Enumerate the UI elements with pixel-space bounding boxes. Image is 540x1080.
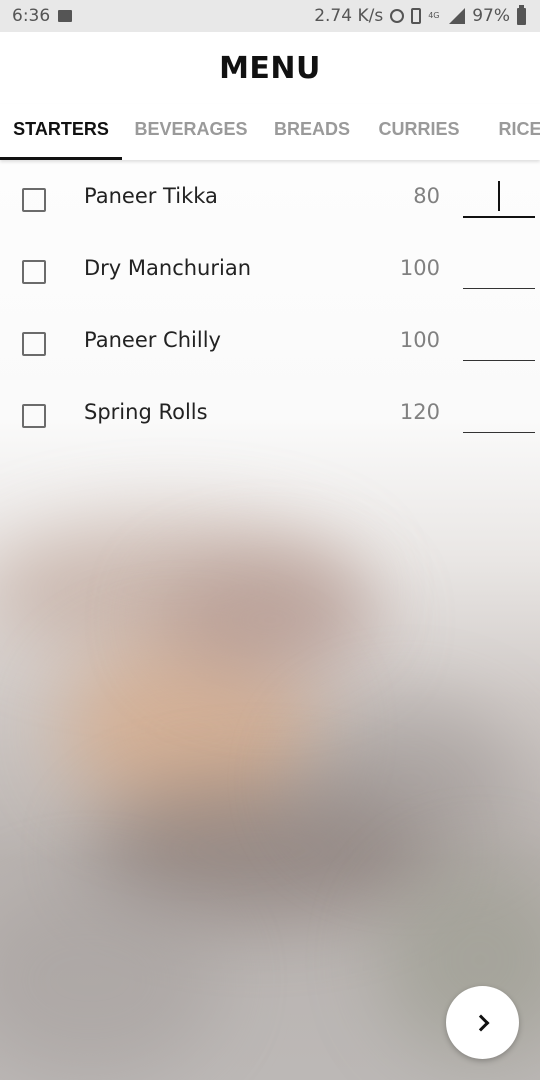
- item-name: Paneer Tikka: [84, 184, 218, 208]
- network-type: 4G: [428, 11, 440, 20]
- active-tab-indicator: [0, 157, 122, 160]
- menu-screen: 6:36 2.74 K/s 4G 97% MENU STARTERS BEVER…: [0, 0, 540, 1080]
- vibrate-icon: [411, 8, 422, 24]
- item-checkbox[interactable]: [22, 332, 46, 356]
- tab-curries[interactable]: CURRIES: [364, 104, 474, 160]
- item-name: Dry Manchurian: [84, 256, 252, 280]
- network-speed: 2.74 K/s: [314, 6, 384, 26]
- status-time: 6:36: [12, 6, 51, 26]
- chevron-right-icon: [472, 1014, 489, 1031]
- battery-percent: 97%: [472, 6, 510, 26]
- quantity-input[interactable]: [463, 322, 535, 361]
- menu-item-row: Dry Manchurian 100: [0, 234, 540, 306]
- page-title: MENU: [219, 50, 321, 86]
- image-icon: [58, 10, 73, 22]
- item-checkbox[interactable]: [22, 404, 46, 428]
- battery-icon: [517, 4, 526, 25]
- item-name: Spring Rolls: [84, 400, 208, 424]
- item-price: 120: [399, 400, 440, 424]
- status-bar: 6:36 2.74 K/s 4G 97%: [0, 0, 540, 32]
- text-cursor: [498, 181, 500, 211]
- item-price: 100: [399, 328, 440, 352]
- item-checkbox[interactable]: [22, 260, 46, 284]
- app-bar: MENU: [0, 32, 540, 104]
- tab-beverages[interactable]: BEVERAGES: [122, 104, 260, 160]
- item-name: Paneer Chilly: [84, 328, 221, 352]
- item-checkbox[interactable]: [22, 188, 46, 212]
- menu-item-row: Paneer Tikka 80: [0, 162, 540, 234]
- quantity-input[interactable]: [463, 394, 535, 433]
- tab-breads[interactable]: BREADS: [260, 104, 364, 160]
- menu-item-row: Spring Rolls 120: [0, 378, 540, 450]
- next-button[interactable]: [446, 986, 519, 1059]
- quantity-input[interactable]: [463, 250, 535, 289]
- item-price: 100: [399, 256, 440, 280]
- alarm-icon: [390, 9, 405, 23]
- item-price: 80: [413, 184, 440, 208]
- tab-starters[interactable]: STARTERS: [0, 104, 122, 160]
- menu-item-list: Paneer Tikka 80 Dry Manchurian 100 Panee…: [0, 162, 540, 450]
- category-tabs: STARTERS BEVERAGES BREADS CURRIES RICE: [0, 104, 540, 160]
- tab-rice[interactable]: RICE: [474, 104, 540, 160]
- menu-item-row: Paneer Chilly 100: [0, 306, 540, 378]
- signal-icon: [449, 8, 466, 24]
